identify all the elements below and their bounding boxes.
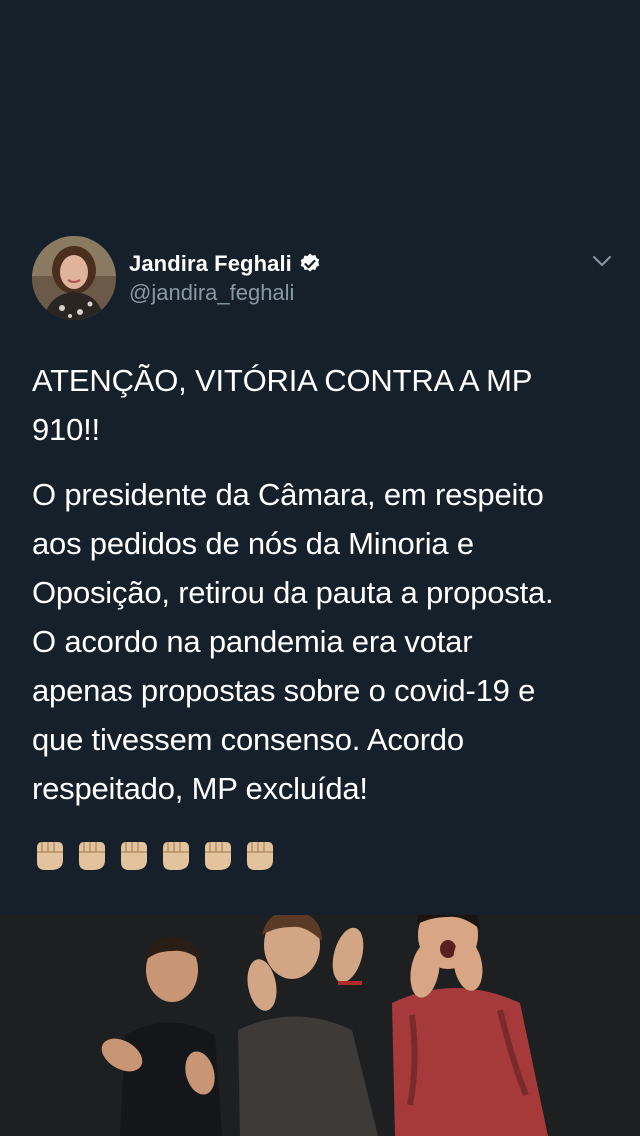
clapping-men-gif[interactable]: [0, 915, 640, 1136]
avatar[interactable]: [32, 236, 116, 320]
raised-fist-icon: [75, 836, 107, 872]
raised-fist-icon: [243, 836, 275, 872]
raised-fist-icon: [201, 836, 233, 872]
emoji-row: [33, 836, 275, 872]
author-name[interactable]: Jandira Feghali: [129, 251, 292, 277]
raised-fist-icon: [159, 836, 191, 872]
verified-badge-icon: [298, 252, 322, 276]
avatar-photo: [32, 236, 116, 320]
tweet-card: Jandira Feghali @jandira_feghali ATENÇÃO…: [0, 0, 640, 915]
author-row: Jandira Feghali: [129, 249, 322, 279]
raised-fist-icon: [117, 836, 149, 872]
tweet-headline: ATENÇÃO, VITÓRIA CONTRA A MP 910!!: [32, 363, 533, 447]
chevron-down-icon[interactable]: [590, 252, 614, 270]
author-handle[interactable]: @jandira_feghali: [129, 280, 294, 306]
raised-fist-icon: [33, 836, 65, 872]
tweet-body: O presidente da Câmara, em respeito aos …: [32, 477, 554, 806]
gif-illustration: [0, 915, 640, 1136]
